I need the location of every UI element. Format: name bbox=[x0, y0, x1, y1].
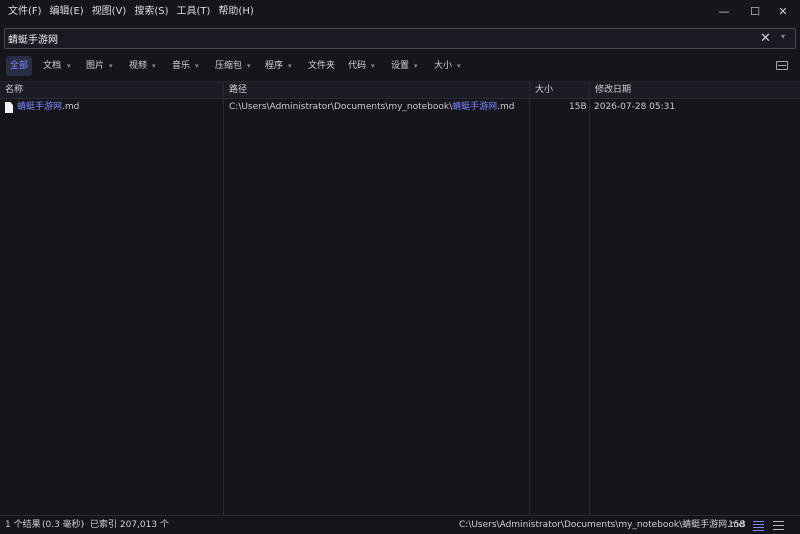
name-extension: .md bbox=[62, 102, 80, 112]
layout-icon[interactable] bbox=[776, 61, 788, 70]
chevron-down-icon[interactable]: ▾ bbox=[781, 32, 785, 41]
menu-tools[interactable]: 工具(T) bbox=[173, 0, 215, 24]
detail-view-icon[interactable] bbox=[773, 520, 784, 531]
path-prefix: C:\Users\Administrator\Documents\my_note… bbox=[229, 102, 453, 112]
filter-folders[interactable]: 文件夹 bbox=[308, 56, 335, 76]
menu-bar: 文件(F) 编辑(E) 视图(V) 搜索(S) 工具(T) 帮助(H) — ☐ … bbox=[0, 0, 800, 24]
file-path-cell: C:\Users\Administrator\Documents\my_note… bbox=[229, 99, 515, 116]
menu-file[interactable]: 文件(F) bbox=[4, 0, 46, 24]
path-extension: .md bbox=[497, 102, 515, 112]
menu-edit[interactable]: 编辑(E) bbox=[46, 0, 88, 24]
path-match-highlight: 蜻蜓手游网 bbox=[452, 102, 498, 112]
file-size-cell: 15B bbox=[569, 102, 587, 112]
filter-programs[interactable]: 程序 bbox=[265, 56, 283, 76]
selected-file-size: 15B bbox=[728, 520, 746, 530]
status-bar: 1 个结果 (0.3 毫秒) · 已索引 207,013 个 C:\Users\… bbox=[0, 515, 800, 534]
chevron-down-icon[interactable]: ▾ bbox=[247, 56, 251, 76]
list-view-icon[interactable] bbox=[753, 520, 764, 531]
chevron-down-icon[interactable]: ▾ bbox=[457, 56, 461, 76]
chevron-down-icon[interactable]: ▾ bbox=[152, 56, 156, 76]
column-header-modified[interactable]: 修改日期 bbox=[595, 82, 631, 98]
filter-documents[interactable]: 文档 bbox=[43, 56, 61, 76]
status-separator: · bbox=[82, 520, 85, 530]
filter-size[interactable]: 大小 bbox=[434, 56, 452, 76]
table-header: 名称 路径 大小 修改日期 bbox=[0, 81, 800, 99]
filter-settings[interactable]: 设置 bbox=[391, 56, 409, 76]
column-header-size[interactable]: 大小 bbox=[535, 82, 553, 98]
filter-music[interactable]: 音乐 bbox=[172, 56, 190, 76]
column-divider[interactable] bbox=[529, 81, 530, 515]
chevron-down-icon[interactable]: ▾ bbox=[414, 56, 418, 76]
column-divider[interactable] bbox=[589, 81, 590, 515]
column-header-name[interactable]: 名称 bbox=[5, 82, 23, 98]
chevron-down-icon[interactable]: ▾ bbox=[67, 56, 71, 76]
menu-help[interactable]: 帮助(H) bbox=[214, 0, 257, 24]
minimize-button[interactable]: — bbox=[707, 0, 741, 22]
column-divider[interactable] bbox=[223, 81, 224, 515]
close-window-button[interactable]: ✕ bbox=[766, 0, 800, 22]
chevron-down-icon[interactable]: ▾ bbox=[109, 56, 113, 76]
file-name-cell: 蜻蜓手游网.md bbox=[17, 99, 79, 116]
clear-icon[interactable]: ✕ bbox=[760, 30, 771, 47]
menu-search[interactable]: 搜索(S) bbox=[130, 0, 172, 24]
search-bar: ✕ ▾ bbox=[4, 28, 796, 49]
filter-all[interactable]: 全部 bbox=[6, 56, 33, 76]
app-window: 文件(F) 编辑(E) 视图(V) 搜索(S) 工具(T) 帮助(H) — ☐ … bbox=[0, 0, 800, 534]
menu: 文件(F) 编辑(E) 视图(V) 搜索(S) 工具(T) 帮助(H) bbox=[4, 0, 258, 24]
menu-view[interactable]: 视图(V) bbox=[88, 0, 131, 24]
table-row[interactable]: 蜻蜓手游网.md C:\Users\Administrator\Document… bbox=[0, 99, 800, 116]
filter-toolbar: 全部 文档 ▾ 图片 ▾ 视频 ▾ 音乐 ▾ 压缩包 ▾ 程序 ▾ 文件夹 代码… bbox=[0, 56, 800, 76]
filter-code[interactable]: 代码 bbox=[348, 56, 366, 76]
filter-archives[interactable]: 压缩包 bbox=[215, 56, 242, 76]
chevron-down-icon[interactable]: ▾ bbox=[371, 56, 375, 76]
filter-images[interactable]: 图片 bbox=[86, 56, 104, 76]
column-header-path[interactable]: 路径 bbox=[229, 82, 247, 98]
result-count: 1 个结果 bbox=[5, 520, 41, 530]
selected-file-path: C:\Users\Administrator\Documents\my_note… bbox=[459, 520, 745, 530]
file-modified-cell: 2026-07-28 05:31 bbox=[594, 102, 676, 112]
name-match-highlight: 蜻蜓手游网 bbox=[17, 102, 63, 112]
chevron-down-icon[interactable]: ▾ bbox=[288, 56, 292, 76]
search-input[interactable] bbox=[8, 29, 748, 48]
index-count: 已索引 207,013 个 bbox=[90, 520, 169, 530]
filter-videos[interactable]: 视频 bbox=[129, 56, 147, 76]
chevron-down-icon[interactable]: ▾ bbox=[195, 56, 199, 76]
search-time: (0.3 毫秒) bbox=[42, 520, 85, 530]
